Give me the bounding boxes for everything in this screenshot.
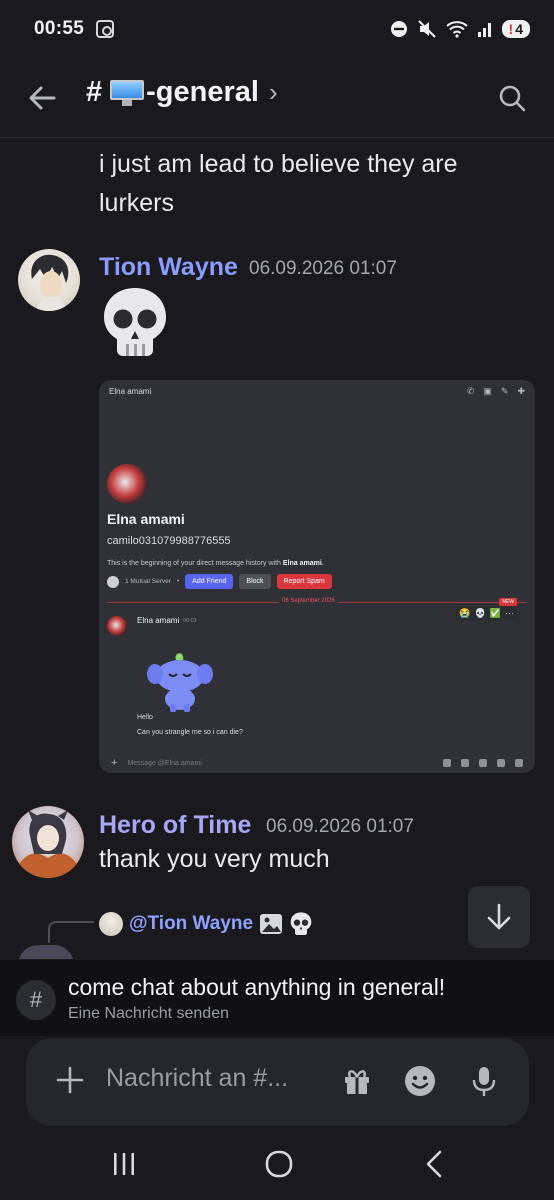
embed-new-badge: NEW xyxy=(499,598,517,606)
emoji-button[interactable] xyxy=(403,1064,437,1098)
notification-badge: ! 4 xyxy=(501,20,530,38)
reply-avatar xyxy=(99,912,123,936)
skull-emoji-icon xyxy=(104,288,166,356)
embed-message-name: Elna amami xyxy=(137,616,180,625)
message-text: i just am lead to believe they are lurke… xyxy=(99,150,458,217)
add-user-icon: ✚ xyxy=(517,385,525,396)
channel-hash-icon: # xyxy=(16,980,56,1020)
embed-input-placeholder: Message @Elna amami xyxy=(127,759,202,767)
embed-profile-avatar xyxy=(107,464,147,504)
monitor-emoji-icon xyxy=(110,79,145,106)
crying-emoji-icon: 😭 xyxy=(459,608,471,618)
embed-line-1: Hello xyxy=(137,714,153,721)
skull-emoji-icon xyxy=(290,912,312,935)
message-input[interactable]: Nachricht an #... xyxy=(106,1064,326,1093)
status-icons: ! 4 xyxy=(390,20,530,38)
avatar[interactable] xyxy=(18,249,80,311)
avatar xyxy=(18,945,74,959)
chevron-right-icon: › xyxy=(268,77,278,107)
embed-reaction-bar: 😭 💀 ✅ ⋯ xyxy=(456,606,517,621)
screenshot-icon xyxy=(96,20,115,38)
search-button[interactable] xyxy=(494,80,530,116)
channel-topic-subtext: Eine Nachricht senden xyxy=(68,1005,229,1022)
channel-name: -general xyxy=(146,76,259,108)
embed-profile-username: camilo031079988776555 xyxy=(107,535,231,547)
attach-button[interactable] xyxy=(54,1064,86,1096)
arrow-down-icon xyxy=(487,903,511,930)
timestamp: 06.09.2026 01:07 xyxy=(266,816,414,837)
home-icon xyxy=(265,1150,293,1178)
embed-block: Block xyxy=(239,574,271,589)
gift-icon xyxy=(345,1070,369,1094)
embed-top-bar: Elna amami ✆ ▣ ✎ ✚ xyxy=(99,380,535,402)
avatar[interactable] xyxy=(12,806,84,878)
embed-input: + Message @Elna amami xyxy=(103,755,531,771)
embed-input-tools xyxy=(443,759,523,767)
home-button[interactable] xyxy=(259,1146,299,1182)
mutual-server-icon xyxy=(107,575,119,588)
embed-actions: 1 Mutual Server • Add Friend Block Repor… xyxy=(107,574,332,589)
channel-hash: # xyxy=(86,76,103,108)
embed-message-avatar xyxy=(107,616,127,636)
channel-topic: come chat about anything in general! xyxy=(68,974,446,1000)
reply-reference[interactable]: @Tion Wayne xyxy=(99,911,313,937)
back-button[interactable] xyxy=(24,80,60,116)
message-list[interactable]: i just am lead to believe they are lurke… xyxy=(0,139,554,959)
microphone-icon xyxy=(472,1067,496,1096)
video-icon: ▣ xyxy=(483,385,492,396)
do-not-disturb-icon xyxy=(390,20,408,38)
embed-bullet: • xyxy=(176,578,180,585)
back-arrow-icon xyxy=(29,86,56,110)
embed-plus-icon: + xyxy=(111,757,118,769)
username[interactable]: Hero of Time xyxy=(99,811,251,840)
embed-top-name: Elna amami xyxy=(109,386,152,396)
image-attachment[interactable]: Elna amami ✆ ▣ ✎ ✚ Elna amami camilo0310… xyxy=(99,380,535,773)
mute-icon xyxy=(417,20,437,38)
jump-to-bottom-button[interactable] xyxy=(468,886,530,948)
message-text: thank you very much xyxy=(99,845,330,873)
image-icon xyxy=(260,914,283,934)
voice-button[interactable] xyxy=(467,1064,501,1098)
embed-call-icons: ✆ ▣ ✎ ✚ xyxy=(467,386,525,397)
back-nav-button[interactable] xyxy=(414,1146,454,1182)
channel-topic-banner[interactable]: # come chat about anything in general! E… xyxy=(0,960,554,1036)
pin-icon: ✎ xyxy=(500,385,509,396)
search-icon xyxy=(499,85,526,112)
embed-profile-name: Elna amami xyxy=(107,511,185,527)
channel-title[interactable]: # -general › xyxy=(86,76,278,109)
embed-line-2: Can you strangle me so i can die? xyxy=(137,729,243,736)
emoji-icon xyxy=(405,1066,435,1096)
timestamp: 06.09.2026 01:07 xyxy=(249,258,397,279)
recent-apps-button[interactable] xyxy=(104,1146,144,1182)
signal-icon xyxy=(477,20,493,38)
reply-mention: @Tion Wayne xyxy=(129,913,254,934)
embed-add-friend: Add Friend xyxy=(185,574,234,589)
system-nav-bar xyxy=(0,1130,554,1200)
check-emoji-icon: ✅ xyxy=(489,608,501,618)
more-icon: ⋯ xyxy=(505,608,514,618)
username[interactable]: Tion Wayne xyxy=(99,253,238,282)
gift-button[interactable] xyxy=(340,1064,374,1098)
embed-date: 06 September 2026 xyxy=(279,598,338,604)
recent-apps-icon xyxy=(114,1153,134,1175)
status-time: 00:55 xyxy=(34,18,85,39)
message-composer: Nachricht an #... xyxy=(26,1038,529,1126)
plus-icon xyxy=(56,1066,84,1094)
embed-message-time: 00:01 xyxy=(183,618,197,624)
reply-connector xyxy=(48,921,94,943)
embed-mutual: 1 Mutual Server xyxy=(125,578,171,585)
phone-icon: ✆ xyxy=(466,385,475,396)
status-bar: 00:55 ! 4 xyxy=(0,0,554,58)
embed-intro: This is the beginning of your direct mes… xyxy=(107,560,324,567)
wifi-icon xyxy=(445,20,468,38)
skull-emoji-icon: 💀 xyxy=(474,608,486,618)
channel-header: # -general › xyxy=(0,58,554,138)
back-nav-icon xyxy=(426,1150,442,1178)
wumpus-sticker-icon xyxy=(147,653,213,712)
embed-report-spam: Report Spam xyxy=(276,574,332,589)
